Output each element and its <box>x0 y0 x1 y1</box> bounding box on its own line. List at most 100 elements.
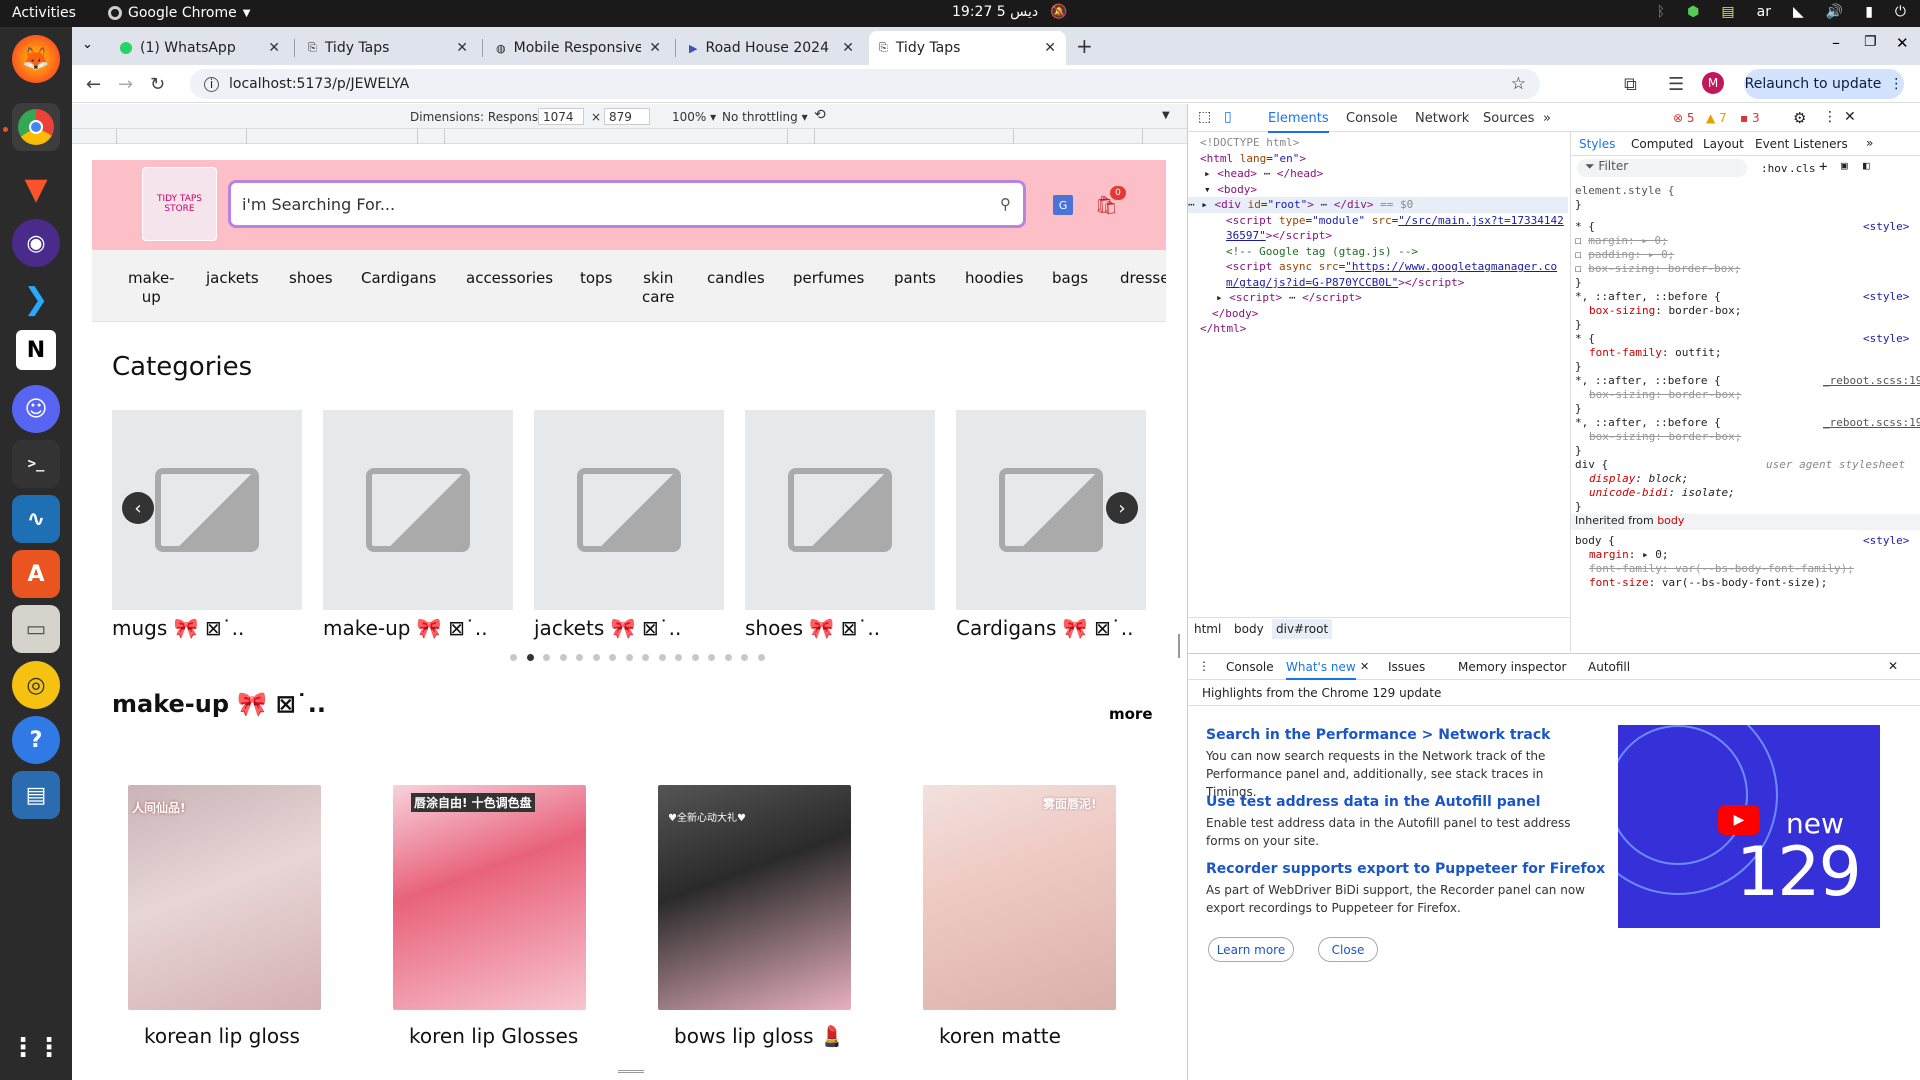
throttling-select[interactable]: No throttling ▾ <box>722 110 808 124</box>
close-tab-icon[interactable]: ✕ <box>1044 40 1056 56</box>
carousel-dot[interactable] <box>708 654 715 661</box>
paint-icon[interactable]: ▣ <box>1841 159 1848 172</box>
nav-item[interactable]: pants <box>894 269 936 288</box>
help-icon[interactable]: ? <box>12 716 60 764</box>
site-logo[interactable]: TIDY TAPS STORE <box>142 167 217 241</box>
tab-mobile-responsive[interactable]: ◍ Mobile Responsive Prod ✕ <box>486 31 671 65</box>
product-name[interactable]: korean lip gloss <box>144 1024 300 1048</box>
news-title[interactable]: Use test address data in the Autofill pa… <box>1206 794 1540 810</box>
device-options-icon[interactable]: ▼ <box>1162 110 1170 121</box>
new-tab-button[interactable]: + <box>1076 34 1093 58</box>
nav-item[interactable]: candles <box>707 269 765 288</box>
product-image[interactable]: ♥全新心动大礼♥ <box>658 785 851 1010</box>
extensions-icon[interactable]: ⧉ <box>1624 74 1637 95</box>
relaunch-button[interactable]: Relaunch to update ⋮ <box>1744 69 1904 99</box>
drawer-tab-memory-inspector[interactable]: Memory inspector <box>1458 660 1566 674</box>
back-icon[interactable]: ← <box>86 74 101 95</box>
close-tab-icon[interactable]: ✕ <box>842 40 854 56</box>
kebab-menu-icon[interactable]: ⋮ <box>1823 109 1837 125</box>
hov-toggle[interactable]: :hov <box>1761 162 1788 175</box>
carousel-dot[interactable] <box>510 654 517 661</box>
close-devtools-icon[interactable]: ✕ <box>1844 109 1856 125</box>
site-info-icon[interactable]: i <box>204 76 219 92</box>
close-tab-icon[interactable]: ✕ <box>268 40 280 56</box>
crumb-body[interactable]: body <box>1234 622 1264 636</box>
app-menu[interactable]: Google Chrome ▼ <box>108 5 250 21</box>
vscode-icon[interactable]: ❯ <box>12 275 60 323</box>
tab-search-button[interactable]: ⌄ <box>82 37 93 52</box>
system-tray[interactable]: ᛒ ⬢ ▤ ar ◣ 🔊 ▮ ⏻ <box>1657 4 1906 20</box>
nav-item[interactable]: jackets <box>206 269 259 288</box>
drawer-tab-autofill[interactable]: Autofill <box>1588 660 1630 674</box>
carousel-dot[interactable] <box>642 654 649 661</box>
cls-toggle[interactable]: .cls <box>1789 162 1816 175</box>
nav-item[interactable]: hoodies <box>965 269 1024 288</box>
product-image[interactable]: 人间仙品! <box>128 785 321 1010</box>
carousel-dot[interactable] <box>691 654 699 661</box>
activities-button[interactable]: Activities <box>12 5 76 21</box>
carousel-dot[interactable] <box>592 654 600 661</box>
crumb-div-root[interactable]: div#root <box>1272 619 1333 639</box>
nav-item[interactable]: dresse <box>1120 269 1166 288</box>
carousel-dot[interactable] <box>741 654 748 661</box>
firefox-icon[interactable]: 🦊 <box>12 35 60 83</box>
maximize-button[interactable]: ❐ <box>1864 34 1877 50</box>
sidebar-toggle-icon[interactable]: ◧ <box>1863 159 1870 172</box>
carousel-prev-button[interactable]: ‹ <box>122 492 154 524</box>
resize-handle[interactable] <box>618 1070 644 1073</box>
close-drawer-icon[interactable]: ✕ <box>1888 659 1898 673</box>
learn-more-button[interactable]: Learn more <box>1208 937 1294 962</box>
software-center-icon[interactable]: A <box>12 550 60 598</box>
product-image[interactable]: 唇涂自由! 十色调色盘 <box>393 785 586 1010</box>
carousel-next-button[interactable]: › <box>1106 492 1138 524</box>
address-bar[interactable]: i localhost:5173/p/JEWELYA ☆ <box>190 69 1540 99</box>
tab-event-listeners[interactable]: Event Listeners <box>1755 137 1848 151</box>
tab-styles[interactable]: Styles <box>1579 137 1615 151</box>
side-resize-handle[interactable] <box>1178 634 1180 658</box>
podcast-icon[interactable]: ◉ <box>12 219 60 267</box>
reload-icon[interactable]: ↻ <box>150 74 165 95</box>
zoom-select[interactable]: 100% ▾ <box>672 110 716 124</box>
close-tab-icon[interactable]: ✕ <box>649 40 661 56</box>
discord-icon[interactable]: ☺ <box>12 385 60 433</box>
carousel-dot[interactable] <box>658 654 666 661</box>
rotate-icon[interactable]: ⟲ <box>814 107 826 123</box>
device-toggle-icon[interactable]: ▯ <box>1224 109 1232 125</box>
product-name[interactable]: bows lip gloss 💄 <box>674 1024 845 1048</box>
product-name[interactable]: koren matte <box>939 1024 1061 1048</box>
close-tab-icon[interactable]: ✕ <box>456 40 468 56</box>
issue-count[interactable]: ▪ 3 <box>1740 111 1760 125</box>
chrome-icon[interactable] <box>12 103 60 151</box>
minimize-button[interactable]: – <box>1832 33 1840 52</box>
files-icon[interactable]: ▭ <box>12 605 60 653</box>
inspect-icon[interactable]: ⬚ <box>1198 109 1211 125</box>
category-card[interactable] <box>745 410 935 610</box>
tab-computed[interactable]: Computed <box>1631 137 1693 151</box>
add-rule-icon[interactable]: + <box>1819 159 1827 175</box>
drawer-menu-icon[interactable]: ⋮ <box>1198 659 1210 673</box>
carousel-dot[interactable] <box>526 654 534 661</box>
carousel-dot[interactable] <box>576 654 583 661</box>
language-indicator[interactable]: ar <box>1757 4 1771 20</box>
nav-item[interactable]: make- up <box>128 269 175 307</box>
nav-item[interactable]: Cardigans <box>361 269 436 288</box>
crumb-html[interactable]: html <box>1194 622 1221 636</box>
tab-whatsapp[interactable]: (1) WhatsApp ✕ <box>110 31 290 65</box>
news-title[interactable]: Recorder supports export to Puppeteer fo… <box>1206 861 1605 877</box>
tab-tidy-taps-1[interactable]: ⎘ Tidy Taps ✕ <box>298 31 478 65</box>
error-count[interactable]: ⊗ 5 <box>1673 111 1695 125</box>
search-icon[interactable]: ⚲ <box>1000 195 1011 213</box>
rhythmbox-icon[interactable]: ◎ <box>12 661 60 709</box>
tab-elements[interactable]: Elements <box>1268 111 1329 133</box>
tab-road-house[interactable]: ▶ Road House 2024 فیلم ... ✕ <box>679 31 864 65</box>
apps-grid-icon[interactable]: ⋮⋮ <box>10 1024 62 1072</box>
more-tabs-icon[interactable]: » <box>1543 111 1551 126</box>
product-image[interactable]: 雾面唇泥! <box>923 785 1116 1010</box>
width-input[interactable]: 1074 <box>538 108 584 125</box>
clock[interactable]: 19:27 5 دیس <box>952 4 1038 20</box>
brave-icon[interactable]: ▼ <box>12 165 60 213</box>
nav-item[interactable]: tops <box>580 269 612 288</box>
notion-icon[interactable]: N <box>16 330 56 370</box>
drawer-tab-whats-new[interactable]: What's new <box>1286 660 1356 680</box>
tab-tidy-taps-active[interactable]: ⎘ Tidy Taps ✕ <box>869 31 1066 65</box>
